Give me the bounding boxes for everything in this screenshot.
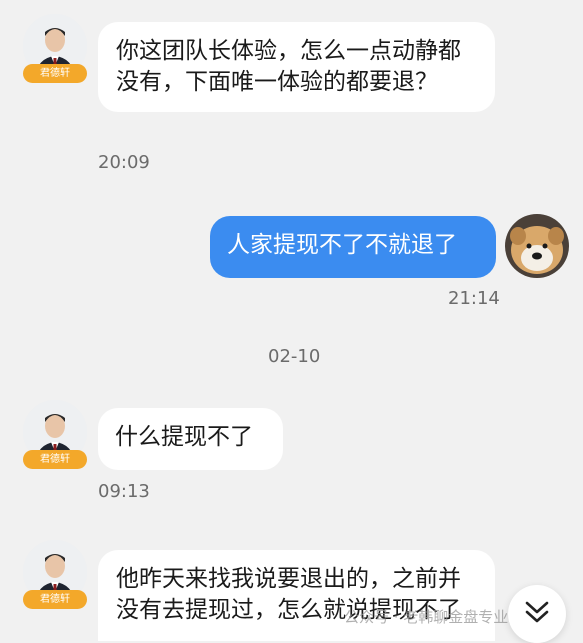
sender-avatar[interactable]: 君德轩 — [23, 400, 87, 469]
message-text: 什么提现不了 — [115, 424, 253, 450]
message-bubble-incoming[interactable]: 什么提现不了 — [98, 408, 283, 470]
date-divider: 02-10 — [268, 346, 321, 367]
message-text: 你这团队长体验，怎么一点动静都没有，下面唯一体验的都要退？ — [116, 38, 461, 95]
chevron-double-down-icon — [524, 600, 550, 628]
dog-avatar-image — [505, 214, 569, 278]
message-bubble-outgoing[interactable]: 人家提现不了不就退了 — [210, 216, 496, 278]
message-bubble-incoming[interactable]: 你这团队长体验，怎么一点动静都没有，下面唯一体验的都要退？ — [98, 22, 495, 112]
sender-avatar[interactable]: 君德轩 — [23, 14, 87, 83]
own-avatar[interactable] — [505, 214, 569, 278]
sender-badge: 君德轩 — [23, 64, 87, 83]
message-time: 20:09 — [98, 152, 150, 173]
scroll-to-bottom-button[interactable] — [508, 585, 566, 643]
message-time: 21:14 — [448, 288, 500, 309]
sender-avatar[interactable]: 君德轩 — [23, 540, 87, 609]
message-bubble-incoming[interactable]: 他昨天来找我说要退出的，之前并没有去提现过，怎么就说提现不了 — [98, 550, 495, 641]
sender-badge: 君德轩 — [23, 450, 87, 469]
message-time: 09:13 — [98, 481, 150, 502]
message-text: 人家提现不了不就退了 — [227, 232, 457, 258]
sender-badge: 君德轩 — [23, 590, 87, 609]
